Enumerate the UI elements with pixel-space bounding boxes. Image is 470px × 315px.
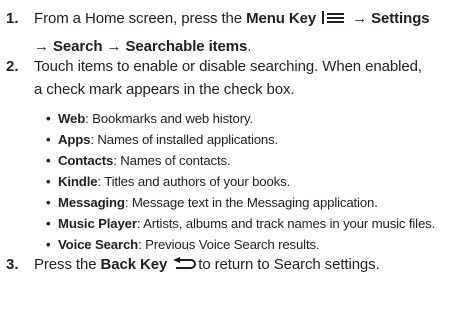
bullet-icon: • <box>46 132 51 147</box>
menu-key-label: Menu Key <box>246 10 317 27</box>
step-1-line-1: From a Home screen, press the Menu Key → … <box>34 10 430 27</box>
bullet-icon: • <box>46 111 51 126</box>
step-number: 2. <box>6 58 19 75</box>
bullet-icon: • <box>46 216 51 231</box>
back-key-label: Back Key <box>100 256 168 273</box>
list-item: • Voice Search: Previous Voice Search res… <box>46 234 466 255</box>
instruction-page: 1. From a Home screen, press the Menu Ke… <box>0 0 470 315</box>
list-item: • Web: Bookmarks and web history. <box>46 108 466 129</box>
step-number: 1. <box>6 10 19 27</box>
list-item: • Apps: Names of installed applications. <box>46 129 466 150</box>
searchable-items-list: • Web: Bookmarks and web history. • Apps: … <box>46 108 466 255</box>
bullet-icon: • <box>46 195 51 210</box>
searchable-items-label: Searchable items <box>125 38 248 55</box>
step-2-line-1: Touch items to enable or disable searchi… <box>34 58 422 75</box>
back-key-icon <box>172 255 198 277</box>
step-1-line-2: → Search → Searchable items. <box>34 38 252 55</box>
step-3-line-1: Press the Back Key to return to Search se… <box>34 254 380 277</box>
search-label: Search <box>52 38 103 55</box>
list-item: • Kindle: Titles and authors of your book… <box>46 171 466 192</box>
settings-label: Settings <box>371 10 430 27</box>
list-item: • Messaging: Message text in the Messagin… <box>46 192 466 213</box>
bullet-icon: • <box>46 237 51 252</box>
bullet-icon: • <box>46 174 51 189</box>
list-item: • Contacts: Names of contacts. <box>46 150 466 171</box>
bullet-icon: • <box>46 153 51 168</box>
step-2-line-2: a check mark appears in the check box. <box>34 81 295 98</box>
list-item: • Music Player: Artists, albums and track… <box>46 213 466 234</box>
menu-key-icon <box>322 11 345 24</box>
step-number: 3. <box>6 256 19 273</box>
